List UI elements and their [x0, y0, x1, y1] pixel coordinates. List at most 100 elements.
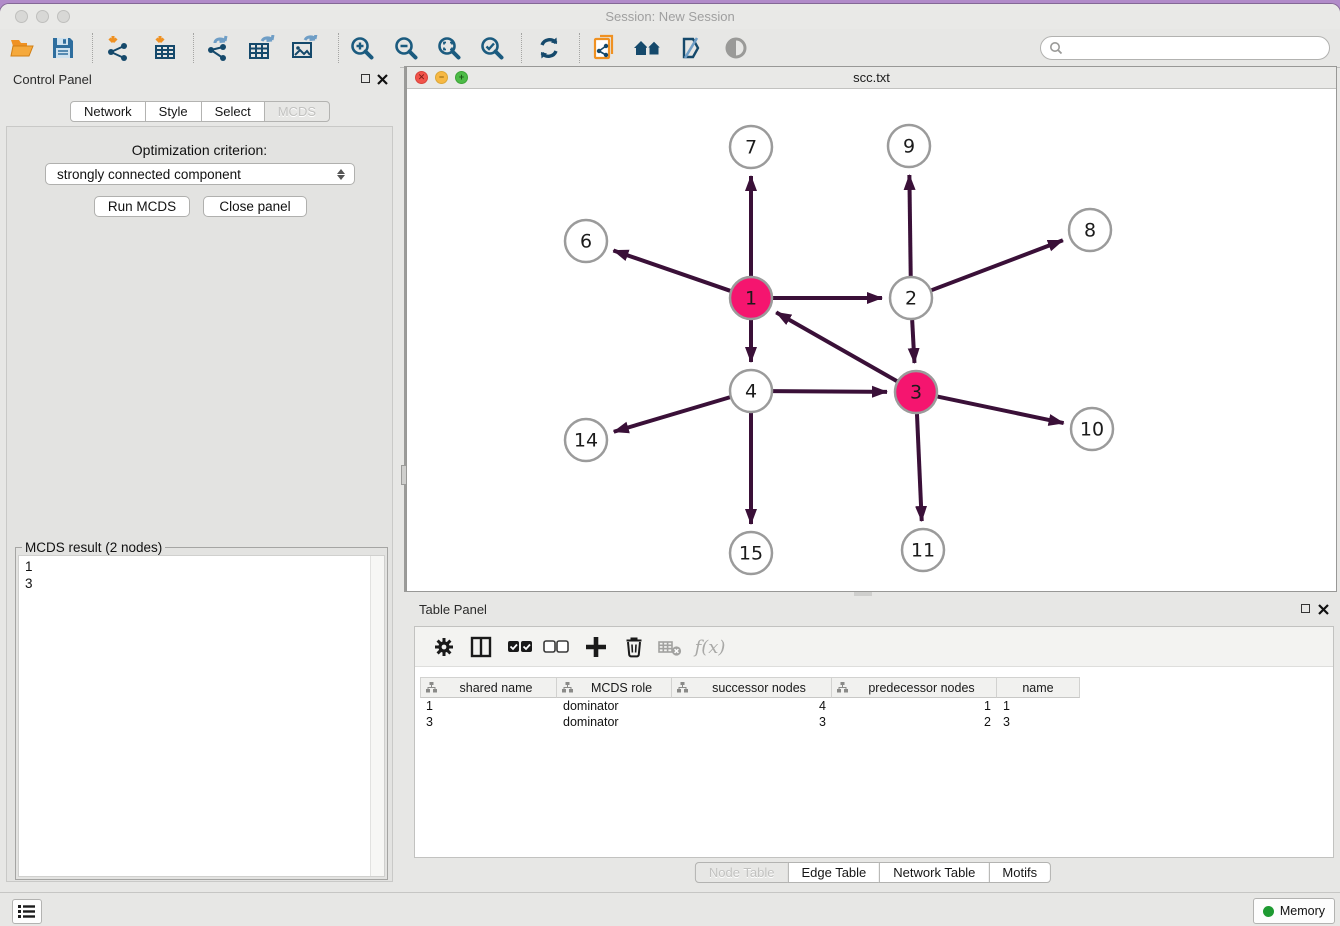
tab-network-table[interactable]: Network Table [879, 862, 989, 883]
svg-text:6: 6 [580, 231, 592, 253]
tab-mcds[interactable]: MCDS [264, 101, 330, 122]
column-header-shared-name[interactable]: shared name [420, 677, 557, 698]
table-panel: Table Panel [406, 596, 1340, 888]
tab-edge-table[interactable]: Edge Table [787, 862, 880, 883]
node-11[interactable]: 11 [902, 529, 944, 571]
node-2[interactable]: 2 [890, 277, 932, 319]
network-canvas-svg[interactable]: 7 9 6 8 1 2 4 3 14 10 15 11 [407, 89, 1336, 591]
float-panel-icon[interactable] [1301, 604, 1310, 613]
optimization-criterion-label: Optimization criterion: [7, 142, 392, 158]
column-header-predecessor-nodes[interactable]: predecessor nodes [832, 677, 997, 698]
tree-column-icon [677, 682, 688, 693]
cell-successor-nodes: 3 [672, 714, 832, 730]
zoom-selected-icon[interactable] [477, 34, 507, 62]
column-header-name[interactable]: name [997, 677, 1080, 698]
add-column-icon[interactable] [581, 633, 611, 661]
column-layout-icon[interactable] [466, 633, 496, 661]
export-table-icon[interactable] [247, 34, 277, 62]
node-6[interactable]: 6 [565, 220, 607, 262]
hide-labels-icon[interactable] [676, 34, 706, 62]
cell-predecessor-nodes: 1 [832, 698, 997, 714]
close-panel-icon[interactable] [1318, 604, 1329, 615]
node-3[interactable]: 3 [895, 371, 937, 413]
tab-select[interactable]: Select [201, 101, 265, 122]
edge-4-14[interactable] [614, 397, 730, 431]
import-network-icon[interactable] [103, 34, 133, 62]
edge-2-8[interactable] [932, 240, 1063, 290]
table-settings-icon[interactable] [429, 633, 459, 661]
graphics-details-icon[interactable] [721, 34, 751, 62]
table-row[interactable]: 1dominator411 [420, 698, 1080, 714]
float-panel-icon[interactable] [361, 74, 370, 83]
close-panel-icon[interactable] [377, 74, 388, 85]
table-body: 1dominator4113dominator323 [420, 698, 1080, 730]
edge-2-3[interactable] [912, 320, 914, 363]
column-header-mcds-role[interactable]: MCDS role [557, 677, 672, 698]
first-neighbors-icon[interactable] [633, 34, 663, 62]
table-toolbar: f(x) [415, 627, 1333, 667]
node-9[interactable]: 9 [888, 125, 930, 167]
search-field[interactable] [1040, 36, 1330, 60]
new-network-from-selection-icon[interactable] [590, 34, 620, 62]
zoom-fit-icon[interactable] [434, 34, 464, 62]
tree-column-icon [837, 682, 848, 693]
table-row[interactable]: 3dominator323 [420, 714, 1080, 730]
tab-motifs[interactable]: Motifs [988, 862, 1051, 883]
export-image-icon[interactable] [290, 34, 320, 62]
select-all-columns-icon[interactable] [505, 633, 535, 661]
column-header-successor-nodes[interactable]: successor nodes [672, 677, 832, 698]
cell-shared-name: 1 [420, 698, 557, 714]
zoom-in-icon[interactable] [347, 34, 377, 62]
apply-function-icon[interactable]: f(x) [691, 633, 729, 661]
edge-3-10[interactable] [938, 397, 1064, 424]
delete-column-icon[interactable] [619, 633, 649, 661]
edge-1-6[interactable] [613, 250, 730, 290]
edge-3-11[interactable] [917, 414, 922, 521]
tab-network[interactable]: Network [70, 101, 146, 122]
main-toolbar [0, 29, 1340, 68]
network-frame-titlebar[interactable]: ✕ − + scc.txt [407, 67, 1336, 89]
node-1[interactable]: 1 [730, 277, 772, 319]
mcds-result-textarea[interactable]: 1 3 [18, 555, 385, 877]
network-title: scc.txt [407, 70, 1336, 85]
node-4[interactable]: 4 [730, 370, 772, 412]
open-session-icon[interactable] [8, 34, 38, 62]
save-session-icon[interactable] [48, 34, 78, 62]
toolbar-separator [338, 33, 339, 63]
toolbar-separator [521, 33, 522, 63]
memory-status-icon [1263, 906, 1274, 917]
node-8[interactable]: 8 [1069, 209, 1111, 251]
run-mcds-button[interactable]: Run MCDS [94, 196, 190, 217]
edge-4-3[interactable] [773, 391, 887, 392]
tab-style[interactable]: Style [145, 101, 202, 122]
edge-2-9[interactable] [909, 175, 910, 276]
node-14[interactable]: 14 [565, 419, 607, 461]
criterion-select[interactable]: strongly connected component [45, 163, 355, 185]
node-7[interactable]: 7 [730, 126, 772, 168]
deselect-all-columns-icon[interactable] [541, 633, 571, 661]
delete-table-icon[interactable] [655, 633, 685, 661]
mcds-result-title: MCDS result (2 nodes) [22, 540, 165, 555]
task-history-button[interactable] [12, 899, 42, 924]
node-10[interactable]: 10 [1071, 408, 1113, 450]
tree-column-icon [562, 682, 573, 693]
search-input[interactable] [1063, 40, 1317, 56]
search-icon [1049, 41, 1063, 55]
node-table-container: f(x) shared nameMCDS rolesuccessor nodes… [414, 626, 1334, 858]
export-network-icon[interactable] [203, 34, 233, 62]
svg-text:9: 9 [903, 136, 915, 158]
window-title: Session: New Session [0, 9, 1340, 24]
close-panel-button[interactable]: Close panel [203, 196, 307, 217]
refresh-icon[interactable] [534, 34, 564, 62]
edge-3-1[interactable] [776, 312, 897, 381]
zoom-out-icon[interactable] [391, 34, 421, 62]
tab-node-table[interactable]: Node Table [695, 862, 789, 883]
criterion-value: strongly connected component [57, 167, 241, 182]
svg-text:4: 4 [745, 381, 757, 403]
result-scrollbar[interactable] [370, 556, 384, 876]
cell-mcds-role: dominator [557, 698, 672, 714]
mcds-panel: Optimization criterion: strongly connect… [6, 126, 393, 882]
import-table-icon[interactable] [150, 34, 180, 62]
node-15[interactable]: 15 [730, 532, 772, 574]
memory-button[interactable]: Memory [1253, 898, 1335, 924]
